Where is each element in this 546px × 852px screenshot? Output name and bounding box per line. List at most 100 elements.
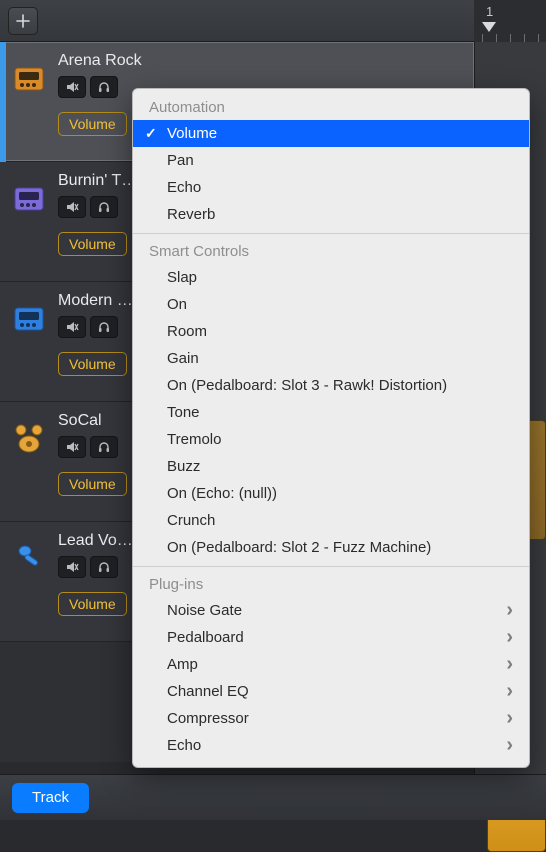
amp-icon [12,62,46,96]
menu-item[interactable]: Buzz [133,453,529,480]
menu-section-title: Automation [133,95,529,120]
menu-separator [133,233,529,234]
menu-item-label: Channel EQ [167,683,249,700]
menu-item[interactable]: On (Echo: (null)) [133,480,529,507]
menu-separator [133,566,529,567]
menu-item-label: Crunch [167,512,215,529]
automation-parameter-button[interactable]: Volume [58,232,127,256]
bottom-bar: Track [0,774,546,820]
mute-button[interactable] [58,316,86,338]
playhead-icon[interactable] [482,22,496,32]
mute-button[interactable] [58,436,86,458]
ruler-bar-number: 1 [486,4,493,19]
menu-item-label: On [167,296,187,313]
headphones-icon [97,440,111,454]
menu-item[interactable]: On (Pedalboard: Slot 2 - Fuzz Machine) [133,534,529,561]
automation-parameter-menu[interactable]: Automation✓Volume Pan Echo Reverb Smart Cont… [132,88,530,768]
menu-item-label: Buzz [167,458,200,475]
headphones-icon [97,200,111,214]
mute-icon [65,560,79,574]
automation-parameter-label: Volume [69,236,116,252]
menu-item-label: On (Echo: (null)) [167,485,277,502]
menu-item-label: Slap [167,269,197,286]
chevron-right-icon: › [496,599,513,622]
menu-item[interactable]: Amp › [133,651,529,678]
automation-parameter-label: Volume [69,116,116,132]
automation-parameter-label: Volume [69,356,116,372]
ruler-ticks [474,32,546,42]
menu-item[interactable]: Tremolo [133,426,529,453]
menu-item[interactable]: ✓Volume [133,120,529,147]
menu-item[interactable]: On (Pedalboard: Slot 3 - Rawk! Distortio… [133,372,529,399]
menu-item-label: Pan [167,152,194,169]
menu-item-label: Room [167,323,207,340]
menu-item-label: Gain [167,350,199,367]
mute-button[interactable] [58,196,86,218]
menu-item-label: Tone [167,404,200,421]
chevron-right-icon: › [496,680,513,703]
microphone-icon [13,542,45,574]
mute-button[interactable] [58,556,86,578]
solo-button[interactable] [90,316,118,338]
automation-parameter-label: Volume [69,476,116,492]
track-tab-button[interactable]: Track [12,783,89,813]
menu-item[interactable]: Echo › [133,732,529,759]
automation-parameter-button[interactable]: Volume [58,592,127,616]
menu-item-label: On (Pedalboard: Slot 3 - Rawk! Distortio… [167,377,447,394]
menu-item[interactable]: Noise Gate › [133,597,529,624]
menu-item[interactable]: Crunch [133,507,529,534]
automation-parameter-button[interactable]: Volume [58,352,127,376]
headphones-icon [97,320,111,334]
menu-item[interactable]: Reverb [133,201,529,228]
solo-button[interactable] [90,556,118,578]
mute-icon [65,80,79,94]
track-name-label: Arena Rock [58,52,464,70]
automation-parameter-button[interactable]: Volume [58,472,127,496]
menu-item-label: Volume [167,125,217,142]
timeline-ruler[interactable]: 1 [474,0,546,42]
menu-section-title: Plug-ins [133,572,529,597]
solo-button[interactable] [90,196,118,218]
menu-item-label: Amp [167,656,198,673]
amp-icon [12,302,46,336]
track-tab-label: Track [32,789,69,806]
menu-item[interactable]: On [133,291,529,318]
topbar [0,0,546,42]
plus-icon [15,13,31,29]
chevron-right-icon: › [496,707,513,730]
menu-item-label: Echo [167,737,201,754]
mute-button[interactable] [58,76,86,98]
mute-icon [65,320,79,334]
menu-item[interactable]: Tone [133,399,529,426]
menu-item[interactable]: Room [133,318,529,345]
menu-item[interactable]: Gain [133,345,529,372]
solo-button[interactable] [90,76,118,98]
mute-icon [65,200,79,214]
menu-item-label: Tremolo [167,431,221,448]
solo-button[interactable] [90,436,118,458]
amp-icon [12,182,46,216]
add-track-button[interactable] [8,7,38,35]
mute-icon [65,440,79,454]
menu-item-label: Pedalboard [167,629,244,646]
menu-section-title: Smart Controls [133,239,529,264]
headphones-icon [97,560,111,574]
menu-item[interactable]: Compressor › [133,705,529,732]
menu-item-label: Echo [167,179,201,196]
selected-track-edge [0,42,6,162]
chevron-right-icon: › [496,734,513,757]
automation-parameter-label: Volume [69,596,116,612]
menu-item[interactable]: Channel EQ › [133,678,529,705]
menu-item[interactable]: Slap [133,264,529,291]
menu-item-label: Compressor [167,710,249,727]
chevron-right-icon: › [496,626,513,649]
menu-item-label: Reverb [167,206,215,223]
menu-item[interactable]: Echo [133,174,529,201]
menu-item[interactable]: Pedalboard › [133,624,529,651]
menu-item[interactable]: Pan [133,147,529,174]
drumkit-icon [11,422,47,454]
menu-item-label: Noise Gate [167,602,242,619]
automation-parameter-button[interactable]: Volume [58,112,127,136]
chevron-right-icon: › [496,653,513,676]
headphones-icon [97,80,111,94]
